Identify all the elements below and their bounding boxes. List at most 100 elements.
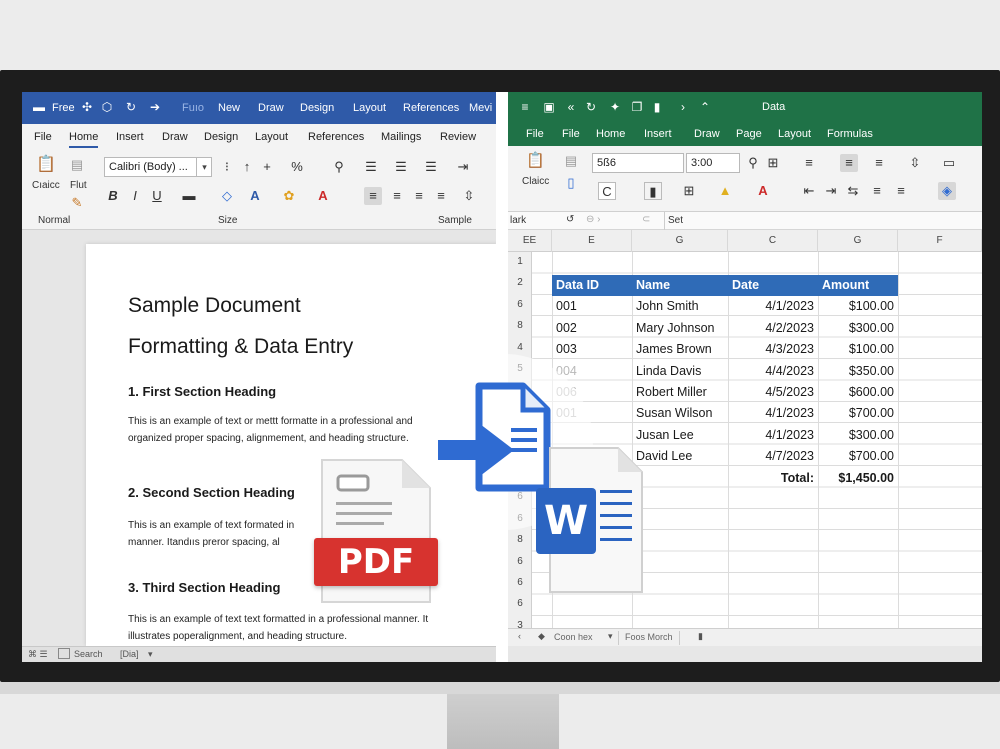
increase-indent-icon[interactable]: ⇥: [822, 182, 840, 200]
align-center-icon[interactable]: ≡: [388, 187, 406, 205]
save-icon[interactable]: ▬: [32, 100, 46, 114]
table-cell[interactable]: 4/2/2023: [732, 318, 814, 339]
excel-menu-formulas[interactable]: Formulas: [827, 128, 873, 140]
add-sheet-icon[interactable]: ◆: [538, 631, 545, 642]
sheet-options-icon[interactable]: ▮: [698, 631, 703, 642]
distribute-icon[interactable]: ≡: [892, 182, 910, 200]
table-cell[interactable]: 4/5/2023: [732, 382, 814, 403]
row-header[interactable]: 1: [508, 256, 532, 267]
table-cell[interactable]: Linda Davis: [636, 361, 724, 382]
row-header[interactable]: 8: [508, 320, 532, 331]
file-icon[interactable]: ▯: [562, 174, 580, 192]
excel-menu-file-2[interactable]: File: [562, 128, 580, 140]
table-cell[interactable]: 4/7/2023: [732, 446, 814, 467]
row-header[interactable]: 6: [508, 556, 532, 567]
word-title-item-5[interactable]: Layout: [353, 102, 386, 114]
word-menu-insert[interactable]: Insert: [116, 131, 144, 143]
table-cell[interactable]: $300.00: [822, 318, 894, 339]
format-painter-icon[interactable]: ▤: [562, 152, 580, 170]
table-cell[interactable]: David Lee: [636, 446, 724, 467]
table-cell[interactable]: $300.00: [822, 425, 894, 446]
justify-icon[interactable]: ≡: [432, 187, 450, 205]
table-header-cell[interactable]: Data ID: [552, 275, 632, 296]
align-left-icon[interactable]: ≡: [800, 154, 818, 172]
word-menu-mailings[interactable]: Mailings: [381, 131, 421, 143]
multilevel-icon[interactable]: ☰: [422, 158, 440, 176]
fill-color-icon[interactable]: ▲: [716, 182, 734, 200]
borders-icon[interactable]: ⊞: [680, 182, 698, 200]
table-header-cell[interactable]: Name: [632, 275, 728, 296]
col-header[interactable]: F: [898, 230, 982, 252]
table-cell[interactable]: Susan Wilson: [636, 403, 724, 424]
table-header-cell[interactable]: Amount: [818, 275, 898, 296]
table-cell[interactable]: 4/3/2023: [732, 339, 814, 360]
paste-icon[interactable]: 📋: [526, 152, 545, 170]
numbering-icon[interactable]: ☰: [392, 158, 410, 176]
table-cell[interactable]: $700.00: [822, 403, 894, 424]
excel-menu-file[interactable]: File: [526, 128, 544, 140]
col-header[interactable]: E: [552, 230, 632, 252]
row-header[interactable]: 6: [508, 299, 532, 310]
decrease-indent-icon[interactable]: ⇤: [800, 182, 818, 200]
font-box[interactable]: 5ß6: [592, 153, 684, 173]
table-cell[interactable]: 4/1/2023: [732, 425, 814, 446]
page-icon[interactable]: [58, 648, 70, 659]
word-title-item-2[interactable]: New: [218, 102, 240, 114]
align-center-icon[interactable]: ≡: [840, 154, 858, 172]
table-cell[interactable]: $350.00: [822, 361, 894, 382]
chevron-down-icon[interactable]: ▾: [196, 157, 212, 177]
refresh-icon[interactable]: ↻: [584, 100, 598, 114]
table-cell[interactable]: $700.00: [822, 446, 894, 467]
excel-menu-page[interactable]: Page: [736, 128, 762, 140]
table-cell[interactable]: 4/4/2023: [732, 361, 814, 382]
status-search[interactable]: Search: [74, 649, 103, 659]
chevron-down-icon[interactable]: ▾: [608, 631, 613, 642]
strikethrough-icon[interactable]: ▬: [180, 187, 198, 205]
word-menu-file[interactable]: File: [34, 131, 52, 143]
word-title-item-4[interactable]: Design: [300, 102, 334, 114]
word-menu-design[interactable]: Design: [204, 131, 238, 143]
grid-icon[interactable]: ✣: [80, 100, 94, 114]
eraser-icon[interactable]: ◇: [218, 187, 236, 205]
search-icon[interactable]: ⚲: [744, 154, 762, 172]
chevron-right-icon[interactable]: ›: [676, 100, 690, 114]
row-header[interactable]: 6: [508, 577, 532, 588]
excel-menu-home[interactable]: Home: [596, 128, 625, 140]
table-cell[interactable]: Mary Johnson: [636, 318, 724, 339]
size-box[interactable]: 3:00: [686, 153, 740, 173]
table-cell[interactable]: 4/1/2023: [732, 403, 814, 424]
indent-icon[interactable]: ≡: [868, 182, 886, 200]
chevron-down-icon[interactable]: ▾: [148, 649, 153, 660]
word-menu-layout[interactable]: Layout: [255, 131, 288, 143]
font-color-icon[interactable]: A: [314, 187, 332, 205]
col-header[interactable]: EE: [508, 230, 552, 252]
row-header[interactable]: 8: [508, 534, 532, 545]
name-box[interactable]: lark: [510, 215, 526, 226]
table-cell[interactable]: 003: [556, 339, 628, 360]
cancel-icon[interactable]: ⊖ ›: [586, 214, 601, 225]
underline-icon[interactable]: U: [148, 187, 166, 205]
align-left-icon[interactable]: ≡: [364, 187, 382, 205]
table-cell[interactable]: $100.00: [822, 296, 894, 317]
camera-icon[interactable]: ▣: [542, 100, 556, 114]
highlight-icon[interactable]: ✿: [280, 187, 298, 205]
table-cell[interactable]: James Brown: [636, 339, 724, 360]
word-title-item-7[interactable]: Mevi: [469, 102, 492, 114]
word-menu-draw[interactable]: Draw: [162, 131, 188, 143]
col-header[interactable]: G: [818, 230, 898, 252]
word-menu-review[interactable]: Review: [440, 131, 476, 143]
redo-icon[interactable]: ↻: [124, 100, 138, 114]
rewind-icon[interactable]: «: [564, 100, 578, 114]
word-menu-references[interactable]: References: [308, 131, 364, 143]
format-painter-icon[interactable]: ▤: [68, 156, 86, 174]
table-cell[interactable]: $600.00: [822, 382, 894, 403]
orientation-icon[interactable]: ⇆: [844, 182, 862, 200]
col-header[interactable]: C: [728, 230, 818, 252]
brush-icon[interactable]: ✎: [68, 194, 86, 212]
row-header[interactable]: 2: [508, 277, 532, 288]
table-cell[interactable]: 002: [556, 318, 628, 339]
bulb-icon[interactable]: ✦: [608, 100, 622, 114]
row-header[interactable]: 4: [508, 342, 532, 353]
clear-format-icon[interactable]: ▮: [644, 182, 662, 200]
table-cell[interactable]: Robert Miller: [636, 382, 724, 403]
